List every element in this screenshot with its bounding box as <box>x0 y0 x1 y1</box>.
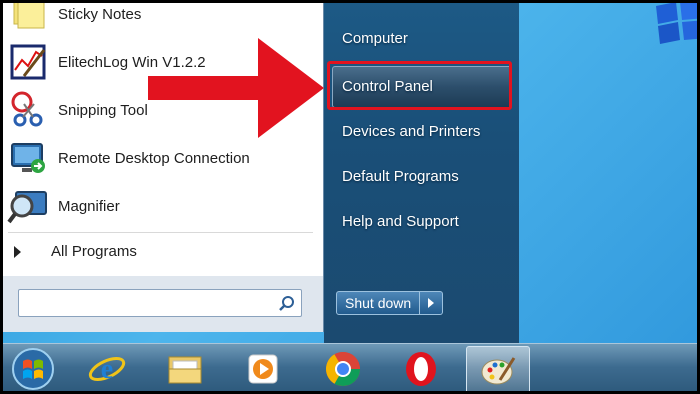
taskbar: e <box>0 343 700 394</box>
chrome-icon <box>326 352 360 386</box>
svg-text:e: e <box>101 354 113 385</box>
start-orb-button[interactable] <box>2 346 64 392</box>
program-magnifier[interactable]: Magnifier <box>6 184 306 228</box>
snipping-tool-icon <box>6 88 50 132</box>
menu-item-default-programs[interactable]: Default Programs <box>342 168 459 185</box>
remote-desktop-icon <box>6 136 50 180</box>
magnifier-icon <box>6 184 50 228</box>
program-label: Remote Desktop Connection <box>58 149 250 167</box>
windows-logo-icon <box>12 348 54 390</box>
taskbar-file-explorer[interactable] <box>154 346 216 392</box>
elitechlog-icon <box>6 40 50 84</box>
program-label: Magnifier <box>58 197 120 215</box>
taskbar-paint[interactable] <box>466 346 530 394</box>
search-input[interactable] <box>19 290 281 314</box>
all-programs-button[interactable]: All Programs <box>14 243 137 260</box>
program-remote-desktop[interactable]: Remote Desktop Connection <box>6 136 306 180</box>
shutdown-button[interactable]: Shut down <box>336 291 421 315</box>
taskbar-opera[interactable] <box>390 346 452 392</box>
taskbar-media-player[interactable] <box>232 346 294 392</box>
folder-icon <box>168 356 202 384</box>
shutdown-options-button[interactable] <box>420 291 444 315</box>
search-area <box>0 276 323 332</box>
all-programs-label: All Programs <box>51 243 137 260</box>
divider <box>8 232 313 233</box>
menu-item-computer[interactable]: Computer <box>342 30 408 47</box>
search-box <box>18 289 302 317</box>
sticky-notes-icon <box>6 0 50 36</box>
taskbar-internet-explorer[interactable]: e <box>76 346 138 392</box>
paint-icon <box>481 357 516 385</box>
windows-flag-wallpaper <box>656 0 700 44</box>
pointer-arrow <box>148 38 324 138</box>
shutdown-group: Shut down <box>336 291 444 315</box>
highlight-box <box>327 61 512 110</box>
start-menu-places-panel: Computer Control Panel Devices and Print… <box>324 0 519 343</box>
program-label: Snipping Tool <box>58 101 148 119</box>
menu-item-help-and-support[interactable]: Help and Support <box>342 213 459 230</box>
media-player-icon <box>248 354 278 384</box>
desktop: Sticky Notes ElitechLog Win V1.2.2 Snipp… <box>0 0 700 394</box>
chevron-right-icon <box>14 245 21 258</box>
opera-icon <box>406 352 436 386</box>
taskbar-chrome[interactable] <box>312 346 374 392</box>
internet-explorer-icon: e <box>88 354 126 385</box>
program-sticky-notes[interactable]: Sticky Notes <box>6 0 306 36</box>
search-icon[interactable] <box>279 295 295 311</box>
program-label: Sticky Notes <box>58 5 142 23</box>
menu-item-devices-and-printers[interactable]: Devices and Printers <box>342 123 480 140</box>
